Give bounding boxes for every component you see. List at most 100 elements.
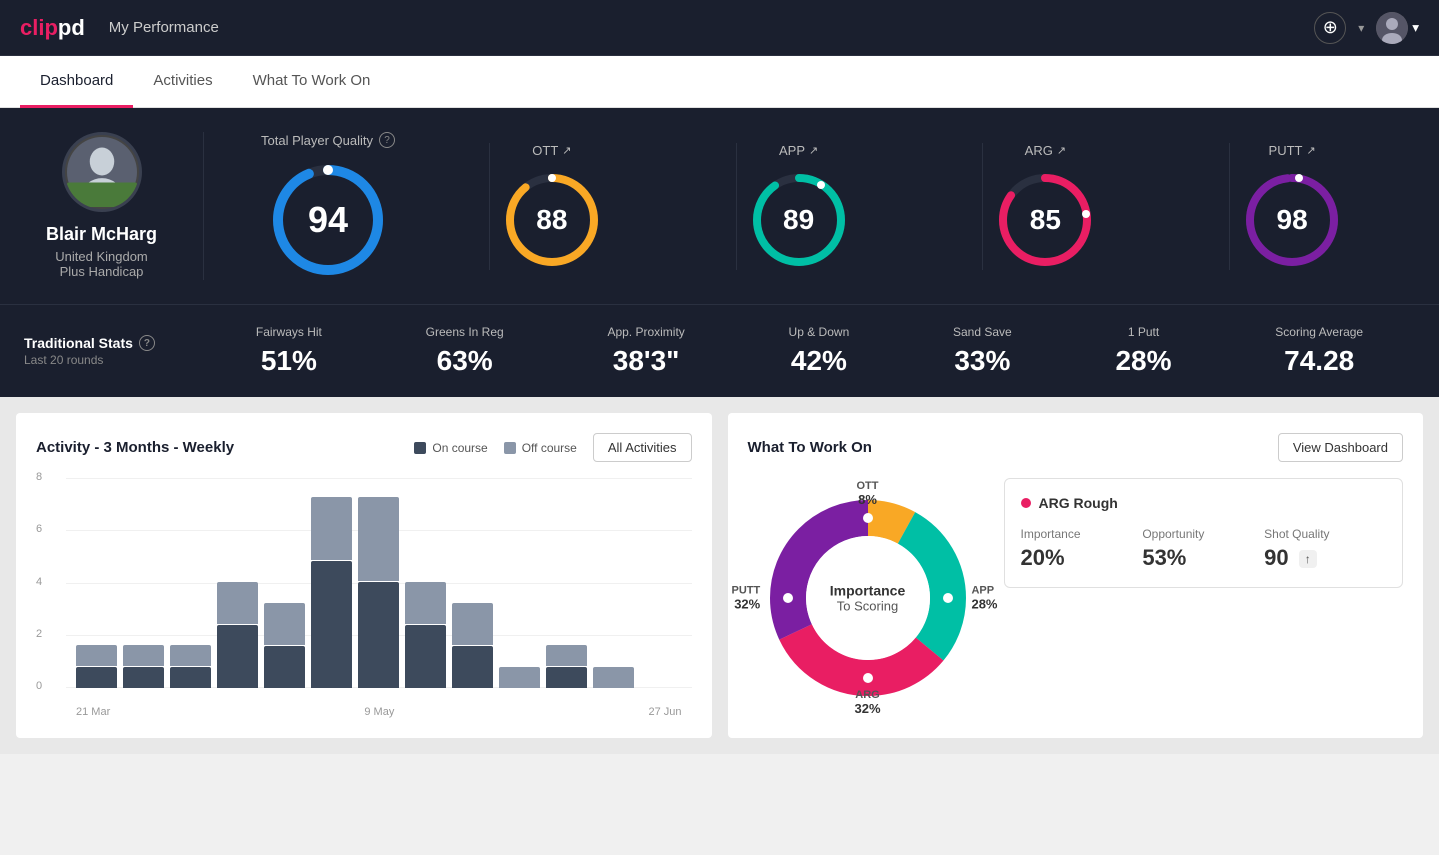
tab-dashboard[interactable]: Dashboard — [20, 56, 133, 108]
avatar-button[interactable]: ▾ — [1376, 12, 1419, 44]
view-dashboard-button[interactable]: View Dashboard — [1278, 433, 1403, 462]
stat-app-proximity: App. Proximity 38'3" — [607, 325, 684, 377]
bar-group-1 — [123, 645, 164, 688]
donut-center-title: Importance — [830, 583, 905, 599]
stats-label-section: Traditional Stats ? Last 20 rounds — [24, 335, 204, 367]
info-card: ARG Rough Importance 20% Opportunity 53%… — [1004, 478, 1404, 588]
player-handicap: Plus Handicap — [60, 264, 144, 279]
donut-label-putt: PUTT 32% — [732, 585, 761, 612]
bar-off-3 — [217, 582, 258, 624]
stat-scoring-avg: Scoring Average 74.28 — [1275, 325, 1363, 377]
stat-up-and-down: Up & Down 42% — [789, 325, 850, 377]
arg-value: 85 — [1030, 204, 1061, 236]
shot-quality-badge: ↑ — [1299, 550, 1317, 568]
total-quality-info-icon[interactable]: ? — [379, 132, 395, 148]
bar-group-3 — [217, 582, 258, 688]
bar-on-8 — [452, 646, 493, 688]
sub-score-arg: ARG ↗ 85 — [982, 143, 1107, 270]
app-arrow: ↗ — [809, 144, 818, 157]
arg-label: ARG ↗ — [1025, 143, 1066, 158]
ott-value: 88 — [536, 204, 567, 236]
ott-ring: 88 — [502, 170, 602, 270]
arg-ring: 85 — [995, 170, 1095, 270]
avatar-caret: ▾ — [1412, 20, 1419, 36]
stat-fairways-hit: Fairways Hit 51% — [256, 325, 322, 377]
x-label-may: 9 May — [364, 706, 394, 718]
bar-off-0 — [76, 645, 117, 666]
bar-group-7 — [405, 582, 446, 688]
info-card-title: ARG Rough — [1021, 495, 1387, 511]
bar-group-11 — [593, 667, 634, 688]
info-card-stats: Importance 20% Opportunity 53% Shot Qual… — [1021, 527, 1387, 571]
donut-chart: Importance To Scoring OTT 8% APP 28% ARG — [748, 478, 988, 718]
activity-card-controls: On course Off course All Activities — [414, 433, 691, 462]
putt-ring: 98 — [1242, 170, 1342, 270]
wtwo-card-title: What To Work On — [748, 439, 872, 456]
bar-off-7 — [405, 582, 446, 624]
putt-label: PUTT ↗ — [1269, 143, 1316, 158]
info-stat-shot-quality: Shot Quality 90 ↑ — [1264, 527, 1386, 571]
tab-what-to-work-on[interactable]: What To Work On — [233, 56, 391, 108]
bar-off-4 — [264, 603, 305, 645]
bar-on-6 — [358, 582, 399, 688]
x-label-jun: 27 Jun — [648, 706, 681, 718]
bar-group-4 — [264, 603, 305, 688]
sub-scores: OTT ↗ 88 APP ↗ — [428, 143, 1415, 270]
stats-items: Fairways Hit 51% Greens In Reg 63% App. … — [204, 325, 1415, 377]
sub-score-putt: PUTT ↗ 98 — [1229, 143, 1354, 270]
arg-arrow: ↗ — [1057, 144, 1066, 157]
ott-label: OTT ↗ — [532, 143, 571, 158]
bar-on-5 — [311, 561, 352, 688]
bar-group-5 — [311, 497, 352, 688]
stats-subtitle: Last 20 rounds — [24, 353, 204, 367]
stat-greens-in-reg: Greens In Reg 63% — [426, 325, 504, 377]
all-activities-button[interactable]: All Activities — [593, 433, 692, 462]
legend-on-course: On course — [414, 441, 487, 455]
header: clippd My Performance ⊕ ▾ ▾ — [0, 0, 1439, 56]
activity-card-title: Activity - 3 Months - Weekly — [36, 439, 234, 456]
avatar — [1376, 12, 1408, 44]
putt-arrow: ↗ — [1306, 144, 1315, 157]
putt-value: 98 — [1277, 204, 1308, 236]
bottom-section: Activity - 3 Months - Weekly On course O… — [0, 397, 1439, 754]
bar-off-1 — [123, 645, 164, 666]
player-country: United Kingdom — [55, 249, 148, 264]
bar-on-10 — [546, 667, 587, 688]
logo-pd: pd — [58, 15, 85, 40]
bar-off-9 — [499, 667, 540, 688]
tab-activities[interactable]: Activities — [133, 56, 232, 108]
legend-on-course-dot — [414, 442, 426, 454]
stats-info-icon[interactable]: ? — [139, 335, 155, 351]
donut-label-app: APP 28% — [971, 585, 997, 612]
header-actions: ⊕ ▾ ▾ — [1314, 12, 1419, 44]
app-value: 89 — [783, 204, 814, 236]
donut-label-ott: OTT 8% — [857, 480, 879, 507]
player-info: Blair McHarg United Kingdom Plus Handica… — [24, 132, 204, 280]
bar-group-9 — [499, 667, 540, 688]
chart-legend: On course Off course — [414, 441, 577, 455]
nav-tabs: Dashboard Activities What To Work On — [0, 56, 1439, 108]
logo-clip: clip — [20, 15, 58, 40]
wtwo-content: Importance To Scoring OTT 8% APP 28% ARG — [748, 478, 1404, 718]
header-title: My Performance — [109, 19, 1314, 36]
add-button[interactable]: ⊕ — [1314, 12, 1346, 44]
bar-on-2 — [170, 667, 211, 688]
bar-on-7 — [405, 625, 446, 688]
stat-sand-save: Sand Save 33% — [953, 325, 1012, 377]
stats-title: Traditional Stats ? — [24, 335, 204, 351]
logo: clippd — [20, 15, 85, 41]
bar-on-3 — [217, 625, 258, 688]
x-label-mar: 21 Mar — [76, 706, 110, 718]
bar-off-10 — [546, 645, 587, 666]
donut-center-sub: To Scoring — [830, 599, 905, 614]
bar-off-2 — [170, 645, 211, 666]
activity-card-header: Activity - 3 Months - Weekly On course O… — [36, 433, 692, 462]
info-stat-opportunity: Opportunity 53% — [1142, 527, 1264, 571]
bar-chart: 8 6 4 2 0 21 Mar 9 May 27 Jun — [36, 478, 692, 718]
player-name: Blair McHarg — [46, 224, 157, 245]
app-label: APP ↗ — [779, 143, 818, 158]
logo-text: clippd — [20, 15, 85, 41]
main-score-label: Total Player Quality ? — [261, 132, 395, 148]
bar-off-6 — [358, 497, 399, 581]
add-caret: ▾ — [1358, 21, 1364, 35]
